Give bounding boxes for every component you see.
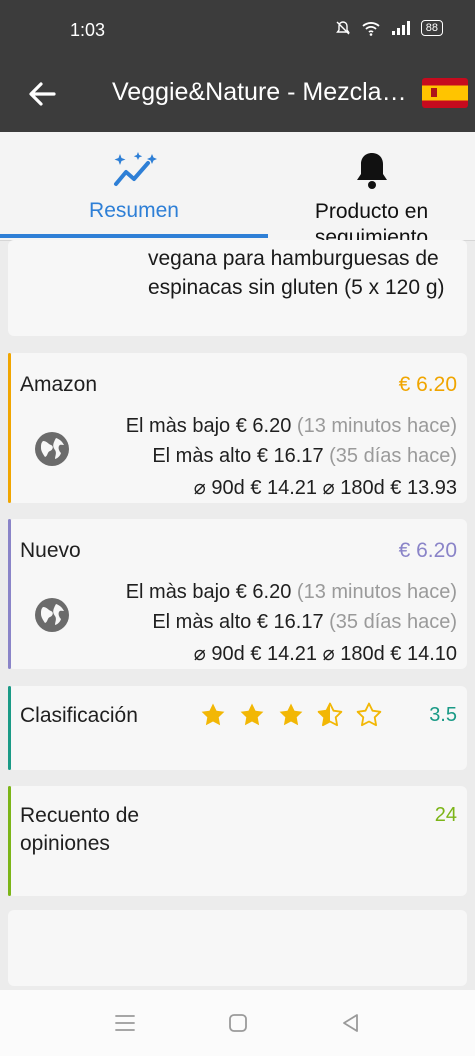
lowest-ago: (13 minutos hace) <box>296 581 457 603</box>
mute-bell-icon <box>335 21 350 35</box>
avg180-value: € 14.10 <box>390 643 457 665</box>
signal-icon <box>391 21 410 35</box>
review-count-value: 24 <box>434 804 457 826</box>
avg90-label: ⌀ 90d <box>193 477 245 499</box>
average-price-row: ⌀ 90d € 14.21 ⌀ 180d € 14.10 <box>194 641 457 666</box>
home-icon[interactable] <box>225 1010 251 1036</box>
rating-card[interactable]: Clasificación 3.5 <box>8 686 467 770</box>
review-count-label: Recuento de opiniones <box>20 804 140 855</box>
highest-label: El màs alto <box>152 611 252 633</box>
clock: 1:03 <box>70 20 106 40</box>
avg180-value: € 13.93 <box>390 477 457 499</box>
lowest-value: € 6.20 <box>235 581 292 603</box>
lowest-label: El màs bajo <box>125 415 231 437</box>
star-full-icon <box>201 703 225 726</box>
highest-ago: (35 días hace) <box>329 445 457 467</box>
lowest-price-row: El màs bajo € 6.20 (13 minutos hace) <box>126 415 457 438</box>
star-full-icon <box>279 703 303 726</box>
spain-flag-icon[interactable] <box>422 76 468 110</box>
store-name: Nuevo <box>20 539 81 562</box>
store-current-price: € 6.20 <box>398 539 457 562</box>
store-color-bar <box>8 519 11 669</box>
wifi-icon <box>362 22 380 36</box>
highest-value: € 16.17 <box>256 611 324 633</box>
lowest-value: € 6.20 <box>235 415 292 437</box>
rating-label: Clasificación <box>20 704 138 727</box>
bell-icon <box>356 153 387 189</box>
store-card-nuevo[interactable]: Nuevo € 6.20 El màs bajo € 6.20 (13 minu… <box>8 519 467 669</box>
status-bar: 1:03 88 <box>0 0 475 62</box>
avg90-value: € 14.21 <box>250 477 318 499</box>
star-half-icon <box>317 702 343 727</box>
rating-value: 3.5 <box>429 704 457 726</box>
tab-resumen[interactable]: Resumen <box>0 132 268 240</box>
tab-producto-en-seguimiento[interactable]: Producto en seguimiento <box>268 132 475 249</box>
highest-label: El màs alto <box>152 445 252 467</box>
average-price-row: ⌀ 90d € 14.21 ⌀ 180d € 13.93 <box>194 475 457 500</box>
lowest-price-row: El màs bajo € 6.20 (13 minutos hace) <box>126 581 457 604</box>
highest-value: € 16.17 <box>256 445 324 467</box>
avg90-value: € 14.21 <box>250 643 318 665</box>
store-color-bar <box>8 353 11 503</box>
back-triangle-icon[interactable] <box>338 1010 364 1036</box>
review-count-card[interactable]: Recuento de opiniones 24 <box>8 786 467 896</box>
product-description: vegana para hamburguesas de espinacas si… <box>148 247 445 299</box>
highest-price-row: El màs alto € 16.17 (35 días hace) <box>152 611 457 634</box>
empty-card <box>8 910 467 986</box>
tab-bar: Resumen Producto en seguimiento <box>0 132 475 249</box>
page-title: Veggie&Nature - Mezcla vegana para hambu… <box>112 78 408 106</box>
menu-icon[interactable] <box>112 1010 138 1036</box>
avg180-label: ⌀ 180d <box>322 643 385 665</box>
status-icons: 88 <box>335 20 443 36</box>
star-full-icon <box>240 703 264 726</box>
tab-indicator <box>0 234 268 238</box>
globe-icon <box>35 598 69 632</box>
store-name: Amazon <box>20 373 98 396</box>
rating-color-bar <box>8 686 11 770</box>
app-bar: Veggie&Nature - Mezcla vegana para hambu… <box>0 62 475 132</box>
system-nav-bar <box>0 990 475 1056</box>
highest-price-row: El màs alto € 16.17 (35 días hace) <box>152 445 457 468</box>
store-card-amazon[interactable]: Amazon € 6.20 El màs bajo € 6.20 (13 min… <box>8 353 467 503</box>
highest-ago: (35 días hace) <box>329 611 457 633</box>
battery-icon: 88 <box>420 20 443 36</box>
star-rating <box>200 702 382 728</box>
star-empty-icon <box>356 702 382 727</box>
review-color-bar <box>8 786 11 896</box>
globe-icon <box>35 432 69 466</box>
lowest-ago: (13 minutos hace) <box>296 415 457 437</box>
back-arrow-icon[interactable] <box>24 76 60 112</box>
lowest-label: El màs bajo <box>125 581 231 603</box>
store-current-price: € 6.20 <box>398 373 457 396</box>
tab-label: Resumen <box>89 199 179 222</box>
avg90-label: ⌀ 90d <box>193 643 245 665</box>
chart-sparkle-icon <box>114 152 157 186</box>
product-description-card: vegana para hamburguesas de espinacas si… <box>8 240 467 336</box>
avg180-label: ⌀ 180d <box>322 477 385 499</box>
